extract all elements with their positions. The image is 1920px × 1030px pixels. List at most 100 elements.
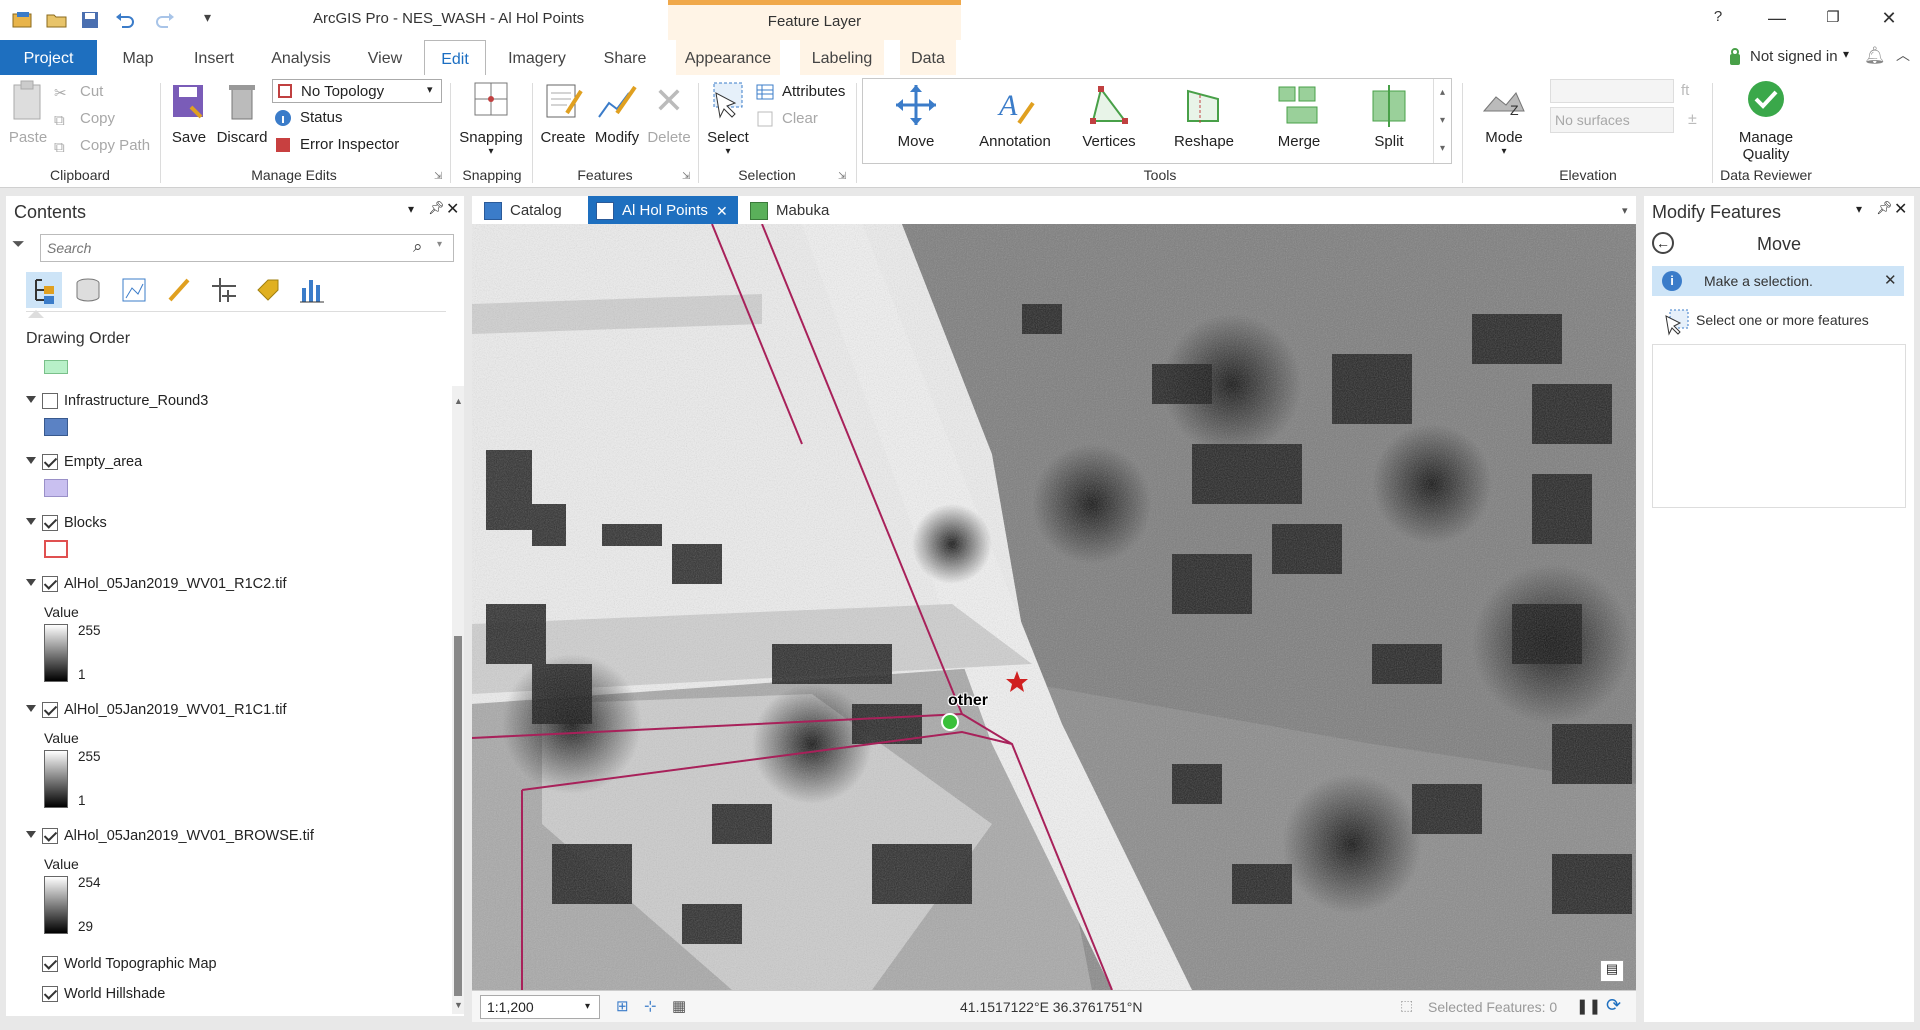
expand-triangle-icon[interactable] (26, 705, 36, 712)
search-options-icon[interactable]: ▾ (437, 239, 442, 250)
tab-al-hol-points[interactable]: Al Hol Points ✕ (588, 196, 738, 226)
layer-name[interactable]: Blocks (64, 512, 107, 534)
tab-mabuka[interactable]: Mabuka (742, 196, 842, 226)
map-overview-icon[interactable]: ▤ (1600, 960, 1624, 982)
selection-view-icon[interactable] (120, 276, 148, 304)
redo-icon[interactable] (154, 11, 176, 29)
project-icon[interactable] (12, 11, 34, 29)
expand-triangle-icon[interactable] (26, 579, 36, 586)
tab-map[interactable]: Map (104, 40, 172, 75)
tab-imagery[interactable]: Imagery (498, 40, 576, 75)
clear-selection-button[interactable]: Clear (754, 108, 818, 130)
move-tool-button[interactable]: Move (881, 83, 951, 150)
account-label[interactable]: Not signed in (1750, 48, 1838, 65)
selected-features-count[interactable]: Selected Features: 0 (1428, 999, 1557, 1015)
layer-checkbox[interactable] (42, 515, 58, 531)
tab-catalog[interactable]: Catalog (476, 196, 584, 226)
tab-data[interactable]: Data (900, 40, 956, 75)
dialog-launcher-icon[interactable]: ⇲ (682, 171, 690, 182)
pin-icon[interactable]: 📌︎ (428, 200, 445, 216)
scale-dropdown[interactable]: 1:1,200 ▾ (480, 995, 600, 1019)
tab-analysis[interactable]: Analysis (262, 40, 340, 75)
save-icon[interactable] (80, 11, 102, 29)
open-icon[interactable] (46, 11, 68, 29)
collapse-ribbon-icon[interactable]: ︿ (1896, 45, 1910, 65)
help-button[interactable]: ? (1703, 8, 1733, 25)
tab-project[interactable]: Project (0, 40, 97, 75)
error-inspector-button[interactable]: Error Inspector (272, 134, 399, 156)
vertices-tool-button[interactable]: Vertices (1069, 83, 1149, 150)
select-button[interactable]: Select ▾ (702, 79, 754, 157)
close-button[interactable]: ✕ (1874, 8, 1904, 29)
tab-share[interactable]: Share (592, 40, 658, 75)
tab-appearance[interactable]: Appearance (676, 40, 780, 75)
filter-icon[interactable]: ⏷ (12, 236, 25, 254)
create-button[interactable]: Create (536, 79, 590, 146)
scroll-up-icon[interactable]: ▲ (454, 396, 463, 406)
mode-button[interactable]: Z Mode ▾ (1476, 79, 1532, 157)
layer-name[interactable]: Infrastructure_Round3 (64, 390, 208, 412)
layer-checkbox[interactable] (42, 986, 58, 1002)
zoom-extent-icon[interactable]: ⊞ (616, 997, 629, 1015)
layer-name[interactable]: AlHol_05Jan2019_WV01_R1C1.tif (64, 699, 286, 721)
expand-triangle-icon[interactable] (26, 457, 36, 464)
charts-view-icon[interactable] (298, 276, 326, 304)
dialog-launcher-icon[interactable]: ⇲ (838, 171, 846, 182)
contents-scrollbar[interactable]: ▲ ▼ (452, 386, 464, 1014)
grid-icon[interactable]: ▦ (672, 997, 686, 1015)
close-tab-icon[interactable]: ✕ (716, 196, 728, 226)
paste-button[interactable]: Paste (6, 79, 50, 146)
layer-name[interactable]: AlHol_05Jan2019_WV01_R1C2.tif (64, 573, 286, 595)
split-tool-button[interactable]: Split (1353, 83, 1425, 150)
merge-tool-button[interactable]: Merge (1259, 83, 1339, 150)
pane-menu-icon[interactable]: ▾ (1856, 202, 1862, 216)
tab-view[interactable]: View (354, 40, 416, 75)
discard-edits-button[interactable]: Discard (216, 79, 268, 146)
expand-triangle-icon[interactable] (26, 396, 36, 403)
undo-icon[interactable] (114, 11, 136, 29)
tab-insert[interactable]: Insert (180, 40, 248, 75)
close-pane-icon[interactable]: ✕ (446, 199, 459, 219)
layer-checkbox[interactable] (42, 576, 58, 592)
layer-checkbox[interactable] (42, 702, 58, 718)
layer-name[interactable]: AlHol_05Jan2019_WV01_BROWSE.tif (64, 825, 314, 847)
layer-name[interactable]: World Topographic Map (64, 953, 217, 975)
coordinate-system-icon[interactable]: ⊹ (644, 997, 657, 1015)
data-source-view-icon[interactable] (74, 276, 102, 304)
refresh-icon[interactable]: ⟳ (1606, 995, 1621, 1016)
reshape-tool-button[interactable]: Reshape (1159, 83, 1249, 150)
layer-name[interactable]: Empty_area (64, 451, 142, 473)
copy-path-button[interactable]: ⧉ Copy Path (52, 135, 150, 157)
expand-triangle-icon[interactable] (26, 831, 36, 838)
modify-button[interactable]: Modify (590, 79, 644, 146)
scroll-thumb[interactable] (454, 636, 462, 996)
drawing-order-view-icon[interactable] (26, 272, 62, 308)
layer-checkbox[interactable] (42, 393, 58, 409)
restore-button[interactable]: ❐ (1818, 8, 1848, 26)
minimize-button[interactable]: — (1762, 8, 1792, 29)
search-icon[interactable]: ⌕ (413, 237, 423, 257)
pin-icon[interactable]: 📌︎ (1876, 200, 1893, 216)
feature-list[interactable] (1652, 344, 1906, 508)
layer-checkbox[interactable] (42, 454, 58, 470)
topology-dropdown[interactable]: No Topology ▾ (272, 79, 442, 103)
manage-quality-button[interactable]: Manage Quality (1726, 79, 1806, 163)
cut-button[interactable]: ✂ Cut (52, 81, 103, 103)
close-pane-icon[interactable]: ✕ (1894, 199, 1907, 219)
status-button[interactable]: Status (272, 107, 343, 129)
delete-button[interactable]: ✕ Delete (644, 79, 694, 146)
layer-name[interactable]: World Hillshade (64, 983, 165, 1005)
tab-labeling[interactable]: Labeling (800, 40, 884, 75)
notification-bell-icon[interactable]: 🔔︎ (1864, 46, 1886, 66)
attributes-button[interactable]: Attributes (754, 81, 845, 103)
expand-triangle-icon[interactable] (26, 518, 36, 525)
qat-customize-icon[interactable]: ▾ (204, 9, 211, 26)
gallery-scroll[interactable]: ▴ ▾ ▾ (1433, 79, 1451, 163)
elevation-value-field[interactable]: ft (1550, 79, 1689, 103)
search-input[interactable] (47, 238, 387, 258)
snapping-view-icon[interactable] (210, 276, 238, 304)
pause-icon[interactable]: ❚❚ (1576, 997, 1601, 1015)
layer-checkbox[interactable] (42, 956, 58, 972)
dismiss-message-icon[interactable]: ✕ (1884, 271, 1897, 289)
copy-button[interactable]: ⧉ Copy (52, 108, 115, 130)
